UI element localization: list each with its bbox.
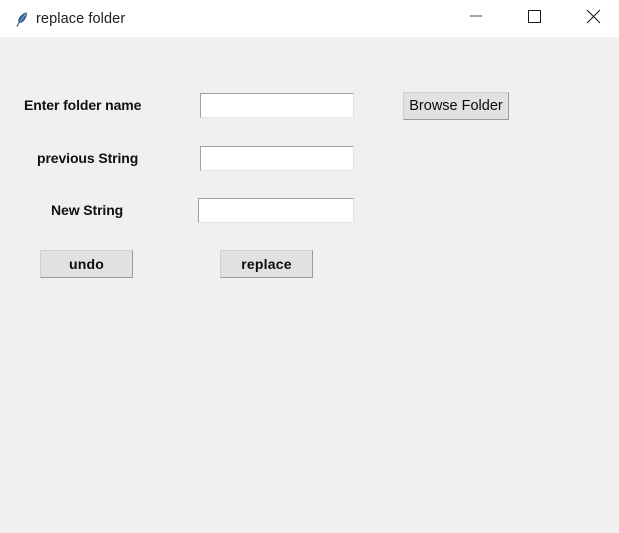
new-string-input[interactable] — [198, 198, 354, 223]
new-string-label: New String — [51, 202, 124, 218]
minimize-button[interactable] — [453, 0, 499, 31]
application-window: replace folder Enter folder name Browse … — [0, 0, 619, 533]
maximize-icon — [528, 10, 541, 23]
folder-name-label: Enter folder name — [24, 97, 142, 113]
close-button[interactable] — [570, 0, 616, 31]
undo-button[interactable]: undo — [40, 250, 133, 278]
maximize-button[interactable] — [511, 0, 557, 31]
window-title: replace folder — [36, 11, 126, 27]
minimize-icon — [470, 15, 482, 17]
browse-folder-button[interactable]: Browse Folder — [403, 92, 509, 120]
replace-button[interactable]: replace — [220, 250, 313, 278]
client-area: Enter folder name Browse Folder previous… — [0, 38, 619, 533]
previous-string-input[interactable] — [200, 146, 354, 171]
folder-name-input[interactable] — [200, 93, 354, 118]
previous-string-label: previous String — [37, 150, 139, 166]
close-icon — [586, 9, 601, 24]
python-feather-icon — [13, 10, 31, 28]
title-bar[interactable]: replace folder — [0, 0, 619, 38]
